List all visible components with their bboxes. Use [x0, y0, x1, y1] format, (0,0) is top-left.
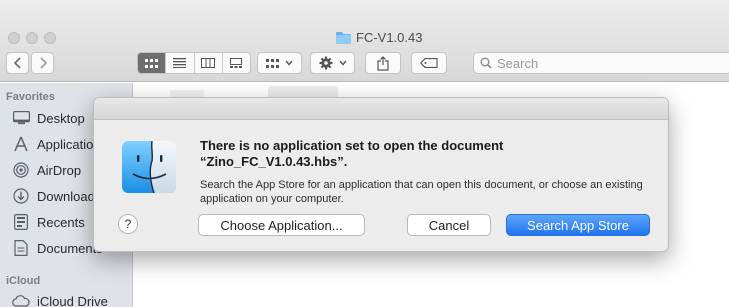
icon-view-button[interactable]: [138, 53, 167, 73]
tag-button[interactable]: [411, 52, 447, 74]
icloud-icon: [12, 293, 30, 307]
share-button[interactable]: [365, 52, 401, 74]
gallery-view-icon: [230, 58, 243, 68]
dialog-title: There is no application set to open the …: [200, 138, 504, 169]
finder-app-icon: [122, 141, 176, 193]
minimize-window-button[interactable]: [26, 32, 38, 44]
help-button[interactable]: ?: [118, 214, 138, 234]
choose-application-button[interactable]: Choose Application...: [198, 214, 365, 236]
view-mode-control: [137, 52, 251, 74]
sidebar-item-label: Downloads: [37, 188, 102, 204]
window-title-text: FC-V1.0.43: [356, 30, 423, 45]
list-view-icon: [173, 58, 187, 68]
gear-icon: [319, 56, 332, 70]
chevron-down-icon: [285, 60, 293, 66]
search-placeholder: Search: [497, 55, 539, 71]
column-view-icon: [201, 58, 216, 68]
search-app-store-button[interactable]: Search App Store: [506, 214, 650, 236]
airdrop-icon: [12, 162, 30, 178]
downloads-icon: [12, 188, 30, 204]
column-view-button[interactable]: [195, 53, 223, 73]
sidebar-item-label: AirDrop: [37, 162, 82, 178]
sidebar-item-label: Desktop: [37, 110, 85, 126]
close-window-button[interactable]: [8, 32, 20, 44]
action-menu-button[interactable]: [310, 52, 355, 74]
chevron-left-icon: [13, 57, 21, 69]
recents-icon: [12, 214, 30, 230]
dialog-message: Search the App Store for an application …: [200, 179, 643, 205]
sidebar-item-label: iCloud Drive: [37, 293, 108, 307]
toolbar: FC-V1.0.43 Search: [0, 0, 729, 82]
documents-icon: [12, 240, 30, 256]
window-title: FC-V1.0.43: [336, 30, 422, 45]
gallery-view-button[interactable]: [223, 53, 250, 73]
sidebar-item-icloud-drive[interactable]: iCloud Drive: [12, 293, 133, 307]
group-icon: [266, 58, 279, 68]
applications-icon: [12, 136, 30, 152]
chevron-down-icon: [338, 60, 347, 66]
icon-view-icon: [145, 58, 159, 68]
sidebar-section-icloud: iCloud: [6, 275, 41, 287]
group-by-button[interactable]: [257, 52, 302, 74]
folder-icon: [336, 31, 351, 44]
sidebar-section-favorites: Favorites: [6, 91, 55, 103]
sidebar-item-label: Recents: [37, 214, 85, 230]
cancel-button[interactable]: Cancel: [407, 214, 491, 236]
search-icon: [480, 57, 492, 69]
list-view-button[interactable]: [166, 53, 195, 73]
tag-icon: [420, 58, 438, 68]
zoom-window-button[interactable]: [44, 32, 56, 44]
share-icon: [377, 55, 389, 71]
back-button[interactable]: [6, 52, 29, 74]
chevron-right-icon: [39, 57, 47, 69]
search-field[interactable]: Search: [473, 52, 729, 74]
dialog-titlebar: [94, 98, 668, 120]
desktop-icon: [12, 110, 30, 126]
no-application-dialog: There is no application set to open the …: [93, 97, 669, 252]
forward-button[interactable]: [31, 52, 54, 74]
